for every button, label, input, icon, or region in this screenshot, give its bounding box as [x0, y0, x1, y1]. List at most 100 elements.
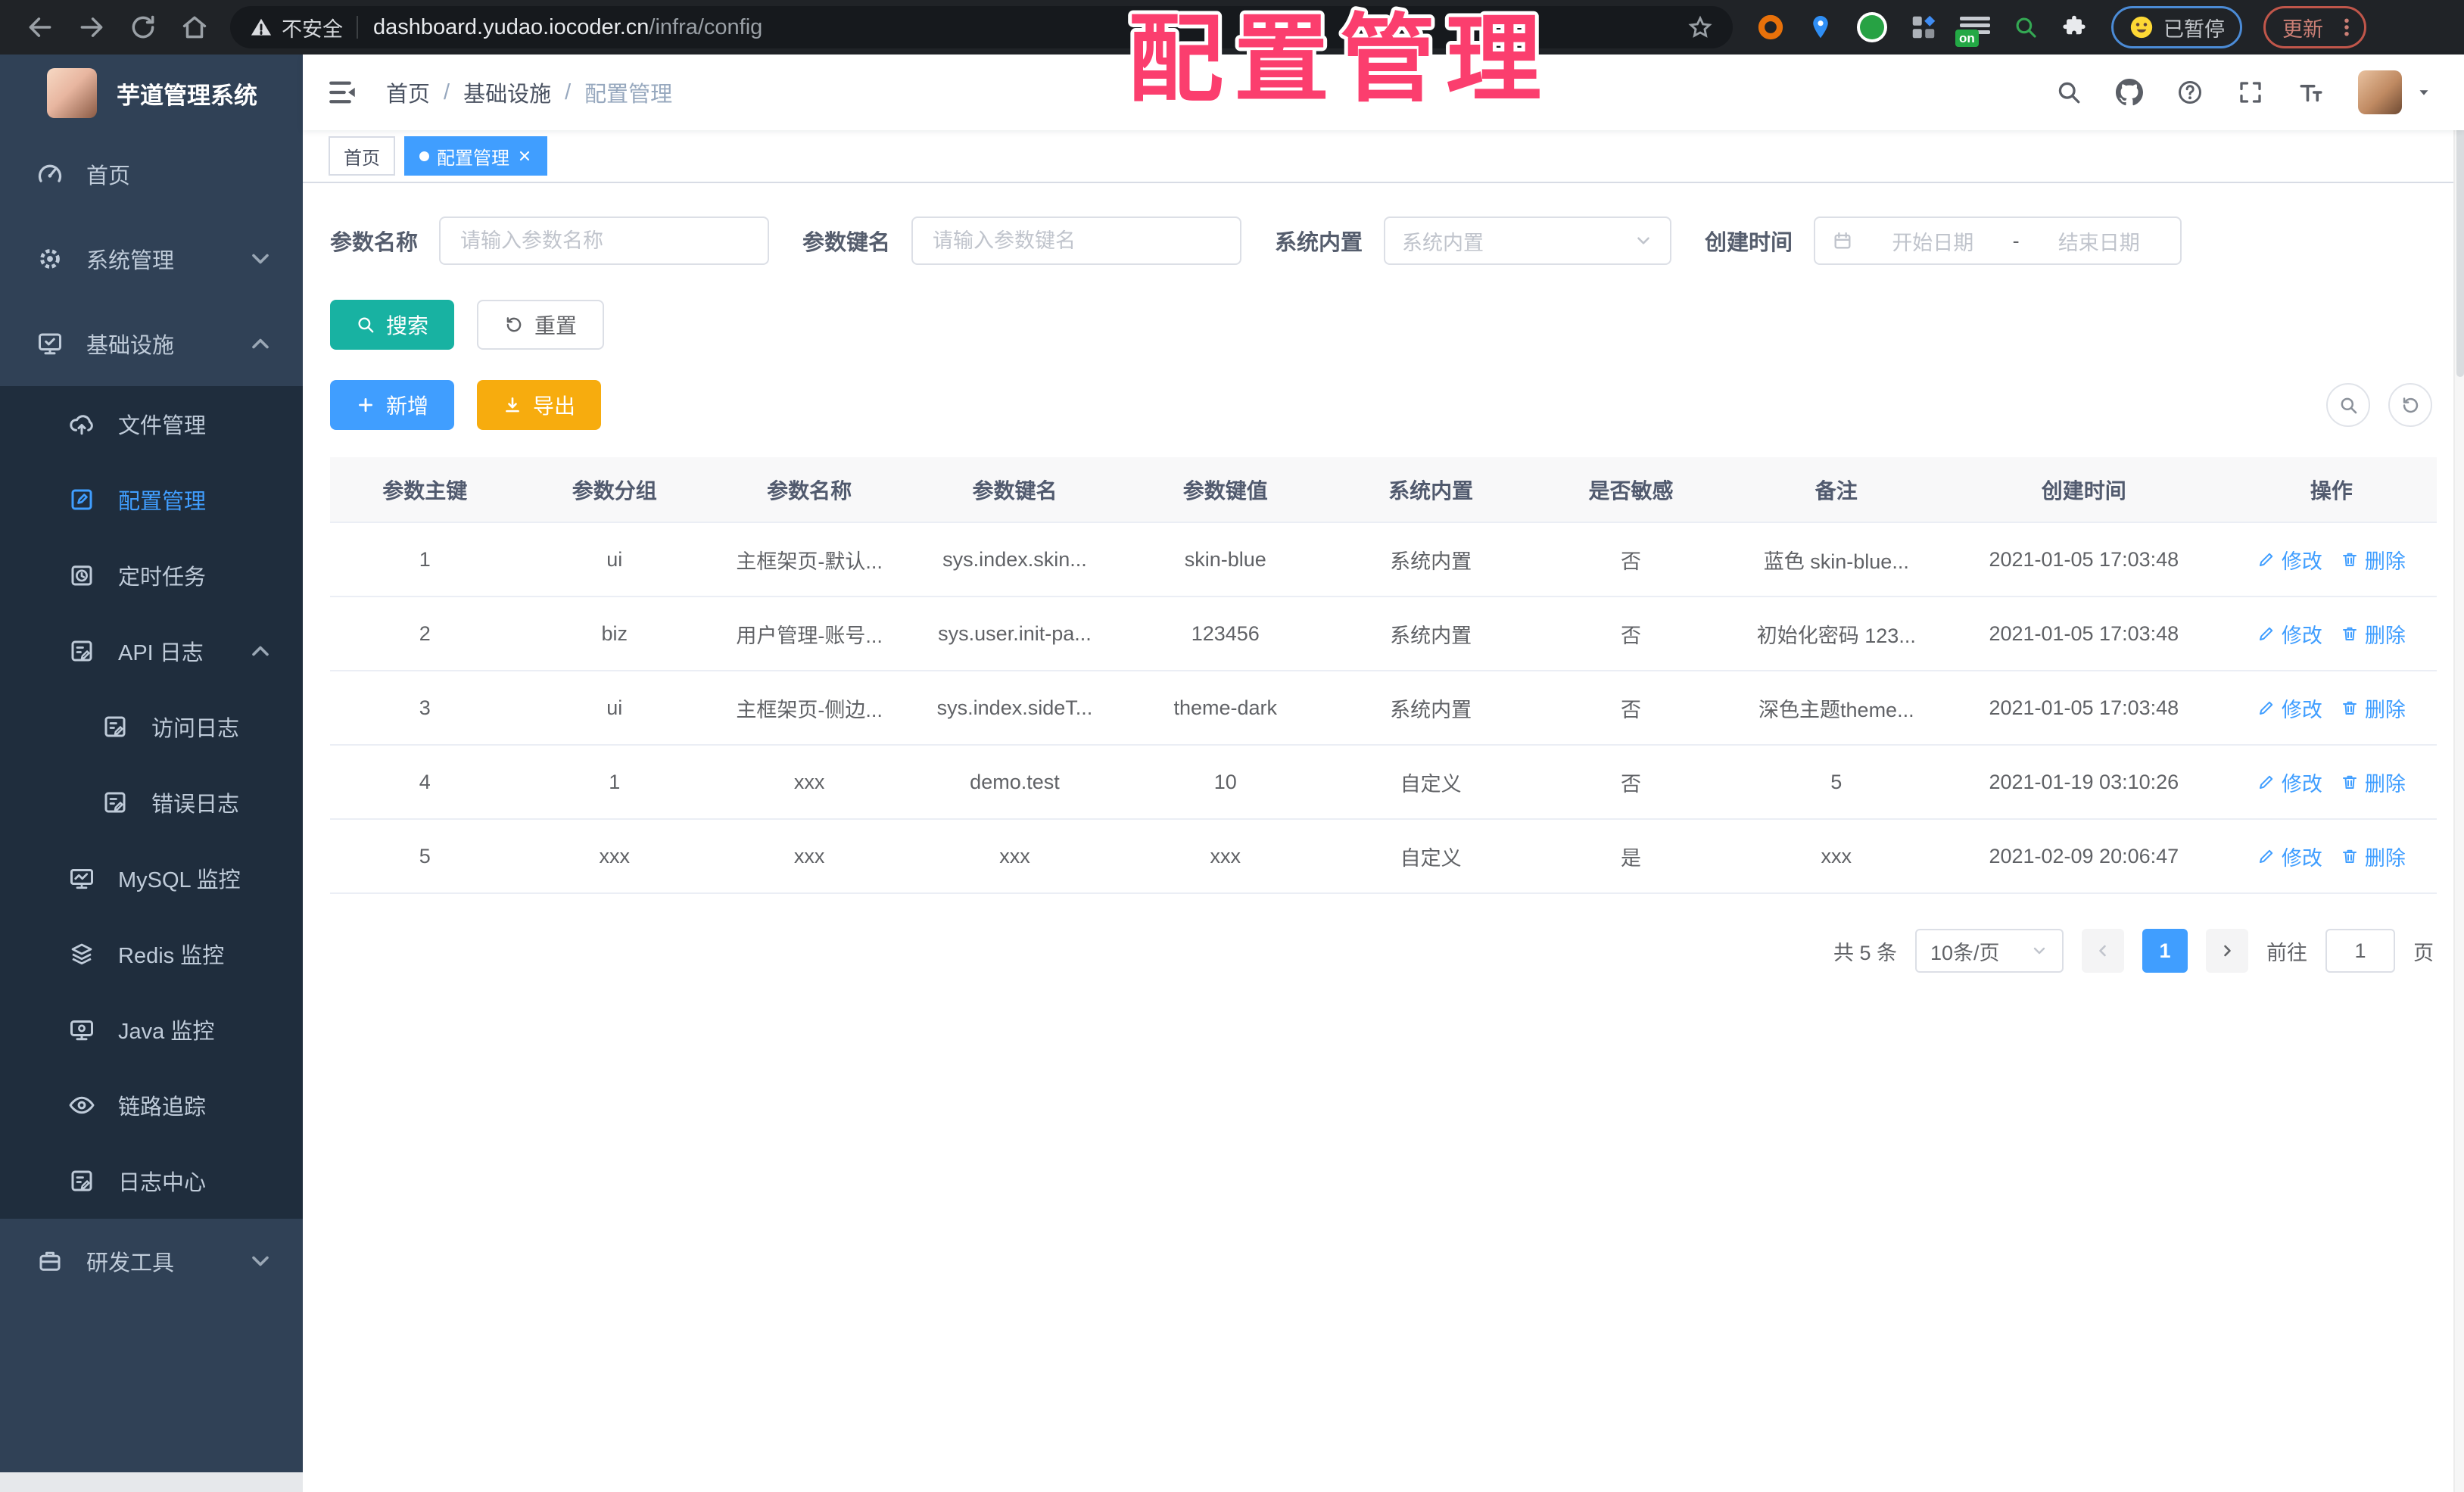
sidebar-item-access-log[interactable]: 访问日志 — [0, 689, 303, 765]
avatar-caret-down-icon[interactable] — [2416, 84, 2432, 101]
next-page-button[interactable] — [2206, 929, 2248, 973]
sidebar-item-java[interactable]: Java 监控 — [0, 992, 303, 1067]
page-size-value: 10条/页 — [1930, 941, 2000, 964]
breadcrumb-item[interactable]: 配置管理 — [584, 76, 672, 108]
browser-back-icon[interactable] — [26, 13, 55, 42]
table-cell: sys.user.init-pa... — [909, 596, 1120, 671]
refresh-table-button[interactable] — [2388, 383, 2432, 427]
goto-page-input[interactable] — [2325, 929, 2395, 973]
extensions-puzzle-icon[interactable] — [2061, 14, 2087, 40]
table-row: 2 biz 用户管理-账号... sys.user.init-pa... 123456 系… — [330, 596, 2437, 671]
edit-link[interactable]: 修改 — [2257, 768, 2322, 797]
url-path[interactable]: /infra/config — [649, 15, 762, 40]
delete-link[interactable]: 删除 — [2341, 768, 2406, 797]
tab-首页[interactable]: 首页 — [329, 136, 395, 176]
sidebar-item-trace[interactable]: 链路追踪 — [0, 1067, 303, 1143]
user-avatar[interactable] — [2358, 70, 2402, 114]
window-bottom-strip — [0, 1472, 303, 1492]
sidebar-item-file[interactable]: 文件管理 — [0, 386, 303, 462]
sidebar-item-label: API 日志 — [118, 641, 204, 665]
delete-link[interactable]: 删除 — [2341, 693, 2406, 723]
browser-menu-kebab-icon[interactable] — [2335, 16, 2358, 39]
page-number-button[interactable]: 1 — [2142, 929, 2188, 973]
extension-grid-icon[interactable] — [1910, 14, 1937, 41]
extension-pin-icon[interactable] — [1807, 14, 1834, 41]
plus-icon — [356, 395, 375, 415]
sidebar-item-log-center[interactable]: 日志中心 — [0, 1143, 303, 1219]
sidebar-item-mysql[interactable]: MySQL 监控 — [0, 840, 303, 916]
address-bar[interactable]: 不安全 dashboard.yudao.iocoder.cn/infra/con… — [230, 6, 1733, 48]
builtin-select[interactable]: 系统内置 — [1384, 216, 1672, 265]
sidebar-item-redis[interactable]: Redis 监控 — [0, 916, 303, 992]
pencil-icon — [2257, 550, 2276, 568]
table-cell: sys.index.skin... — [909, 522, 1120, 597]
edit-link[interactable]: 修改 — [2257, 842, 2322, 871]
table-cell: theme-dark — [1120, 671, 1331, 746]
table-cell: 否 — [1531, 522, 1731, 597]
fullscreen-icon[interactable] — [2237, 79, 2264, 106]
table-cell: 系统内置 — [1330, 596, 1531, 671]
delete-link[interactable]: 删除 — [2341, 545, 2406, 575]
profile-paused-badge[interactable]: 已暂停 — [2111, 6, 2242, 48]
header-search-icon[interactable] — [2055, 79, 2082, 106]
page-size-select[interactable]: 10条/页 — [1915, 929, 2064, 973]
sidebar-item-infra[interactable]: 基础设施 — [0, 301, 303, 386]
browser-forward-icon[interactable] — [77, 13, 106, 42]
chevron-up-icon — [247, 330, 274, 357]
sidebar-item-system[interactable]: 系统管理 — [0, 216, 303, 301]
browser-reload-icon[interactable] — [129, 13, 157, 42]
browser-update-button[interactable]: 更新 — [2263, 6, 2366, 48]
url-host[interactable]: dashboard.yudao.iocoder.cn — [373, 15, 649, 40]
param-name-input[interactable] — [439, 216, 770, 265]
param-key-input[interactable] — [911, 216, 1242, 265]
edit-link[interactable]: 修改 — [2257, 619, 2322, 649]
extension-ring-icon[interactable] — [1757, 14, 1784, 41]
edit-link[interactable]: 修改 — [2257, 693, 2322, 723]
export-button[interactable]: 导出 — [477, 380, 602, 430]
sidebar-item-home[interactable]: 首页 — [0, 132, 303, 216]
prev-page-button[interactable] — [2082, 929, 2124, 973]
extension-y-icon[interactable] — [1857, 12, 1887, 42]
table-cell: 主框架页-侧边... — [709, 671, 910, 746]
tab-配置管理[interactable]: 配置管理 — [404, 136, 547, 176]
not-secure-label[interactable]: 不安全 — [282, 13, 343, 42]
search-button[interactable]: 搜索 — [330, 300, 455, 350]
not-secure-warning-icon[interactable] — [250, 16, 273, 39]
table-cell-actions: 修改 删除 — [2226, 522, 2437, 597]
browser-toolbar: 不安全 dashboard.yudao.iocoder.cn/infra/con… — [0, 0, 2464, 55]
page-scrollbar[interactable] — [2453, 55, 2464, 1492]
filter-name-label: 参数名称 — [330, 231, 419, 255]
calendar-icon — [1832, 230, 1853, 251]
sidebar-logo-row[interactable]: 芋道管理系统 — [0, 55, 303, 132]
github-icon[interactable] — [2116, 79, 2143, 106]
eye-icon — [68, 1092, 95, 1119]
hamburger-icon[interactable] — [327, 76, 359, 108]
sidebar-item-config[interactable]: 配置管理 — [0, 462, 303, 537]
paused-label: 已暂停 — [2163, 17, 2225, 41]
reset-button[interactable]: 重置 — [477, 300, 605, 350]
help-icon[interactable] — [2176, 79, 2204, 106]
breadcrumb-item[interactable]: 首页 — [386, 76, 430, 108]
breadcrumb-item[interactable]: 基础设施 — [463, 76, 551, 108]
note-icon — [101, 789, 129, 816]
chevron-down-icon — [247, 1247, 274, 1275]
timer-icon — [68, 562, 95, 589]
delete-link[interactable]: 删除 — [2341, 619, 2406, 649]
font-size-icon[interactable] — [2297, 79, 2325, 106]
sidebar-item-dev-tools[interactable]: 研发工具 — [0, 1219, 303, 1304]
browser-home-icon[interactable] — [180, 13, 209, 42]
sidebar-item-job[interactable]: 定时任务 — [0, 537, 303, 613]
bookmark-star-icon[interactable] — [1687, 14, 1713, 40]
reset-button-label: 重置 — [534, 314, 578, 338]
sidebar-item-error-log[interactable]: 错误日志 — [0, 765, 303, 840]
date-range-picker[interactable]: 开始日期 - 结束日期 — [1814, 216, 2182, 265]
extension-search-icon[interactable] — [2013, 14, 2039, 40]
column-header: 参数名称 — [709, 457, 910, 523]
toggle-search-button[interactable] — [2326, 383, 2370, 427]
delete-link[interactable]: 删除 — [2341, 842, 2406, 871]
edit-link[interactable]: 修改 — [2257, 545, 2322, 575]
extension-list-icon[interactable]: on — [1955, 14, 1990, 47]
table-cell: xxx — [909, 819, 1120, 894]
add-button[interactable]: 新增 — [330, 380, 455, 430]
sidebar-item-api-log[interactable]: API 日志 — [0, 613, 303, 689]
